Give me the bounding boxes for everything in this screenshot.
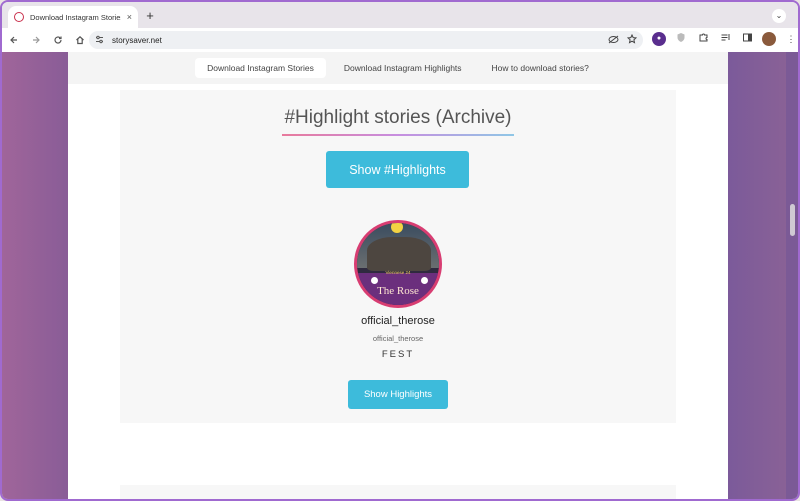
show-highlights-button[interactable]: Show Highlights <box>348 380 448 409</box>
avatar-icon[interactable] <box>762 32 776 46</box>
page-scrollbar[interactable] <box>786 52 798 499</box>
new-tab-button[interactable]: + <box>143 9 157 23</box>
star-icon[interactable] <box>626 33 638 46</box>
site-info-icon[interactable] <box>95 35 104 46</box>
extension-icon[interactable]: ● <box>652 32 666 46</box>
sidebar-icon[interactable] <box>740 32 754 46</box>
shield-icon[interactable] <box>674 32 688 46</box>
profile-username: official_therose <box>361 315 435 327</box>
show-highlights-primary-button[interactable]: Show #Highlights <box>326 151 469 188</box>
page-title: #Highlight stories (Archive) <box>284 107 512 128</box>
avatar-subtext: Viennese 24 <box>385 270 411 275</box>
avatar-sun <box>391 223 403 233</box>
avatar-logo-text: The Rose <box>377 285 419 297</box>
close-tab-icon[interactable]: × <box>127 12 132 22</box>
menu-icon[interactable]: ⋮ <box>784 32 798 46</box>
page-viewport: Download Instagram Stories Download Inst… <box>2 52 790 499</box>
title-underline <box>282 134 514 136</box>
subnav-download-stories[interactable]: Download Instagram Stories <box>195 58 326 78</box>
url-text: storysaver.net <box>112 35 162 45</box>
eye-off-icon[interactable] <box>608 35 619 46</box>
tab-strip: Download Instagram Stories × + ⌄ <box>2 2 798 28</box>
back-icon[interactable] <box>4 30 24 50</box>
puzzle-icon[interactable] <box>696 32 710 46</box>
tab-search-button[interactable]: ⌄ <box>772 9 786 23</box>
browser-tab[interactable]: Download Instagram Stories × <box>8 6 138 28</box>
flower-icon <box>371 277 378 284</box>
media-icon[interactable] <box>718 32 732 46</box>
favicon-icon <box>14 12 24 22</box>
page-content: Download Instagram Stories Download Inst… <box>68 52 728 499</box>
scroll-thumb[interactable] <box>790 204 795 236</box>
address-bar[interactable]: storysaver.net <box>89 31 643 49</box>
tab-title: Download Instagram Stories <box>30 12 121 22</box>
profile-handle: official_therose <box>372 334 424 343</box>
sub-navigation: Download Instagram Stories Download Inst… <box>68 52 728 84</box>
home-icon[interactable] <box>70 30 90 50</box>
browser-window: Download Instagram Stories × + ⌄ storysa… <box>0 0 800 501</box>
subnav-how-to[interactable]: How to download stories? <box>480 58 601 78</box>
avatar-figures <box>367 237 431 271</box>
profile-bio: FEST <box>381 349 415 360</box>
browser-toolbar: storysaver.net ● ⋮ <box>2 28 798 52</box>
reload-icon[interactable] <box>48 30 68 50</box>
subnav-download-highlights[interactable]: Download Instagram Highlights <box>332 58 474 78</box>
forward-icon[interactable] <box>26 30 46 50</box>
toolbar-icons: ● ⋮ <box>652 32 798 46</box>
profile-avatar[interactable]: Viennese 24 The Rose <box>354 220 442 308</box>
next-card <box>120 485 676 499</box>
flower-icon <box>421 277 428 284</box>
highlights-card: #Highlight stories (Archive) Show #Highl… <box>120 90 676 423</box>
